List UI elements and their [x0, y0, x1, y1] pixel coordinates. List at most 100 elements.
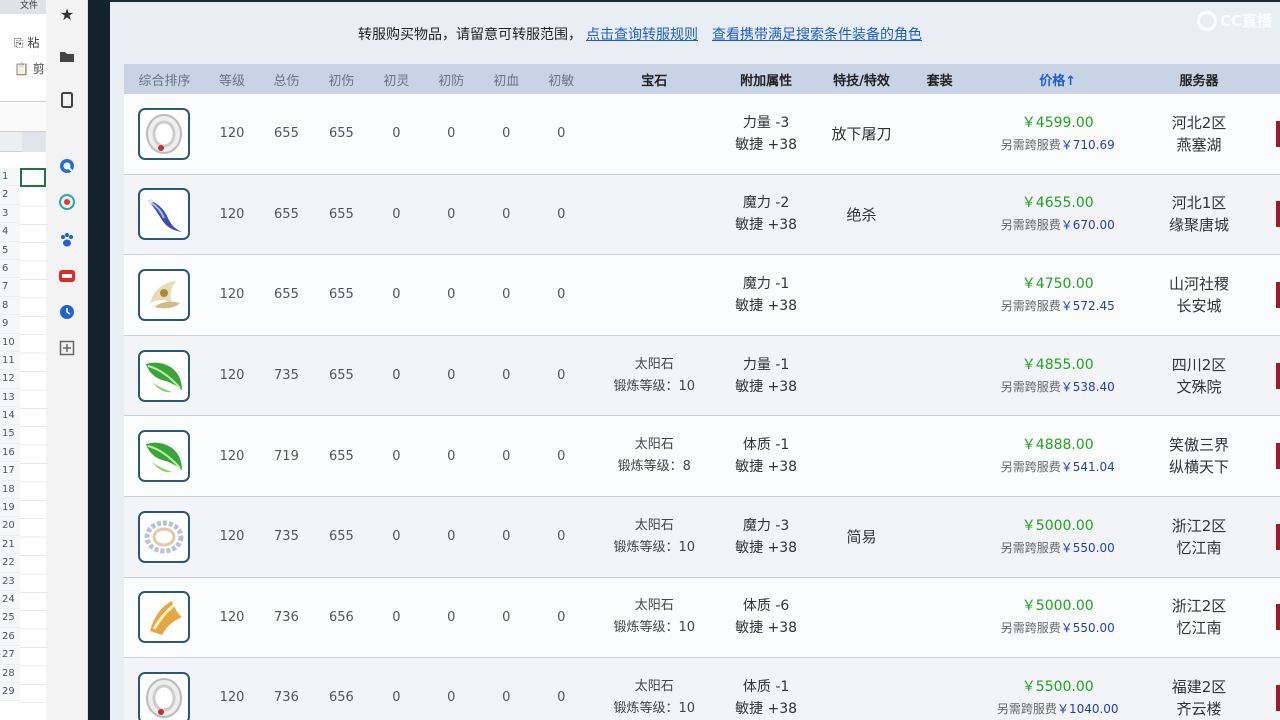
chain-item-icon[interactable]: [138, 510, 191, 563]
buy-button[interactable]: [1275, 281, 1280, 308]
item-cell[interactable]: [124, 591, 205, 644]
row-number[interactable]: 12: [0, 370, 20, 389]
ribbon-item[interactable]: 📋 剪: [14, 60, 46, 86]
row-number[interactable]: 25: [0, 609, 20, 628]
formula-bar[interactable]: [0, 102, 46, 132]
attributes-cell: 体质 -6 敏捷 +38: [720, 595, 813, 639]
clipboard-icon: 📋: [14, 62, 29, 76]
header-price[interactable]: 价格↑: [969, 70, 1147, 89]
row-number[interactable]: 24: [0, 590, 20, 610]
row-number[interactable]: 7: [0, 278, 20, 297]
transfer-fee: 另需跨服费￥572.45: [969, 295, 1147, 317]
server-name: 忆江南: [1176, 538, 1222, 557]
table-row[interactable]: 120 655 655 0 0 0 0 力量 -3 敏捷 +38 放下屠刀 ￥4599.00 另需跨服…: [124, 94, 1280, 175]
phone-icon[interactable]: [57, 90, 77, 110]
header-spirit[interactable]: 初灵: [369, 70, 424, 89]
buy-button[interactable]: [1275, 443, 1280, 470]
ring-item-icon[interactable]: [138, 671, 191, 720]
row-number[interactable]: 22: [0, 554, 20, 573]
folder-icon[interactable]: [57, 46, 77, 66]
row-number[interactable]: 10: [0, 333, 20, 352]
header-total-damage[interactable]: 总伤: [259, 70, 314, 89]
video-badge-icon[interactable]: [57, 266, 77, 286]
attribute-1: 力量 -1: [742, 356, 790, 373]
row-number[interactable]: 14: [0, 407, 20, 426]
header-hp[interactable]: 初血: [479, 70, 534, 89]
row-number[interactable]: 20: [0, 517, 20, 536]
row-number[interactable]: 1: [0, 168, 20, 187]
add-box-icon[interactable]: [57, 338, 77, 358]
table-row[interactable]: 120 736 656 0 0 0 0 太阳石 锻炼等级：10 体质 -6 敏捷 +38 ￥5000.…: [124, 577, 1280, 659]
claw-item-icon[interactable]: [138, 268, 191, 321]
agility-cell: 0: [557, 287, 566, 303]
row-number[interactable]: 18: [0, 480, 20, 500]
ring-item-icon[interactable]: [138, 107, 191, 160]
row-number[interactable]: 23: [0, 572, 20, 591]
column-header-cell[interactable]: [22, 132, 46, 152]
row-number[interactable]: 29: [0, 682, 20, 702]
row-number[interactable]: 26: [0, 627, 20, 647]
row-number[interactable]: 17: [0, 462, 20, 481]
leaf-item-icon[interactable]: [138, 349, 191, 402]
buy-button[interactable]: [1275, 201, 1280, 228]
transfer-fee-label: 另需跨服费: [1000, 218, 1061, 233]
gold-item-icon[interactable]: [138, 591, 191, 644]
buy-button[interactable]: [1275, 604, 1280, 631]
header-level[interactable]: 等级: [205, 70, 259, 89]
table-row[interactable]: 120 735 655 0 0 0 0 太阳石 锻炼等级：10 力量 -1 敏捷 +38 ￥4855.…: [124, 335, 1280, 417]
ribbon-item[interactable]: ⎘ 粘: [14, 34, 46, 60]
row-number[interactable]: 21: [0, 535, 20, 555]
server-cell: 山河社稷 长安城: [1147, 273, 1251, 317]
row-number[interactable]: 19: [0, 499, 20, 518]
camera-icon[interactable]: [57, 192, 77, 212]
row-number[interactable]: 3: [0, 204, 20, 224]
buy-button[interactable]: [1275, 362, 1280, 389]
table-row[interactable]: 120 655 655 0 0 0 0 魔力 -2 敏捷 +38 绝杀 ￥4655.00 另需跨服费￥…: [124, 174, 1280, 256]
search-roles-link[interactable]: 查看携带满足搜索条件装备的角色: [712, 27, 922, 43]
row-number[interactable]: 2: [0, 186, 20, 205]
table-row[interactable]: 120 735 655 0 0 0 0 太阳石 锻炼等级：10 魔力 -3 敏捷 +38 简易 ￥500…: [124, 496, 1280, 578]
row-number[interactable]: 27: [0, 646, 20, 665]
paw-icon[interactable]: [57, 230, 77, 250]
header-sort[interactable]: 综合排序: [124, 70, 205, 89]
buy-button[interactable]: [1275, 684, 1280, 711]
item-cell[interactable]: [124, 349, 205, 402]
item-cell[interactable]: [124, 107, 205, 160]
server-region: 笑傲三界: [1168, 436, 1229, 455]
server-name: 纵横天下: [1168, 458, 1229, 477]
gem-name: 太阳石: [634, 678, 674, 694]
search-q-icon[interactable]: [57, 156, 77, 176]
row-number-list: 1 2 3 4 5 6 7 8 9 10 11 12 13 14 15 16 17 18 19 20 21 22 23 24 2…: [0, 168, 46, 702]
star-icon[interactable]: ★: [57, 4, 77, 24]
item-cell[interactable]: [124, 430, 205, 483]
row-number[interactable]: 13: [0, 388, 20, 408]
item-cell[interactable]: [124, 510, 205, 563]
item-cell[interactable]: [124, 268, 205, 321]
header-agility[interactable]: 初敏: [534, 70, 589, 89]
row-number[interactable]: 9: [0, 315, 20, 334]
table-row[interactable]: 120 736 656 0 0 0 0 太阳石 锻炼等级：10 体质 -1 敏捷 +38 ￥5500.…: [124, 658, 1280, 720]
row-number[interactable]: 8: [0, 296, 20, 316]
transfer-rules-link[interactable]: 点击查询转服规则: [586, 27, 698, 43]
clock-icon[interactable]: [57, 302, 77, 322]
table-row[interactable]: 120 719 655 0 0 0 0 太阳石 锻炼等级：8 体质 -1 敏捷 +38 ￥4888.0…: [124, 416, 1280, 497]
item-cell[interactable]: [124, 188, 205, 241]
base-damage-cell: 656: [328, 690, 354, 706]
row-number[interactable]: 15: [0, 425, 20, 444]
buy-button[interactable]: [1275, 523, 1280, 550]
header-defense[interactable]: 初防: [424, 70, 479, 89]
leaf-item-icon[interactable]: [138, 430, 191, 483]
row-number[interactable]: 5: [0, 241, 20, 260]
row-number[interactable]: 4: [0, 223, 20, 242]
buy-button[interactable]: [1275, 120, 1280, 147]
attribute-1: 体质 -1: [742, 437, 790, 454]
row-number[interactable]: 6: [0, 259, 20, 279]
row-number[interactable]: 16: [0, 443, 20, 463]
header-base-damage[interactable]: 初伤: [314, 70, 369, 89]
blade-item-icon[interactable]: [138, 188, 191, 241]
row-number[interactable]: 11: [0, 351, 20, 371]
item-cell[interactable]: [124, 671, 205, 720]
table-row[interactable]: 120 655 655 0 0 0 0 魔力 -1 敏捷 +38 ￥4750.00 另需跨服费￥57…: [124, 255, 1280, 336]
row-number[interactable]: 28: [0, 664, 20, 683]
selected-cell[interactable]: [20, 168, 46, 187]
